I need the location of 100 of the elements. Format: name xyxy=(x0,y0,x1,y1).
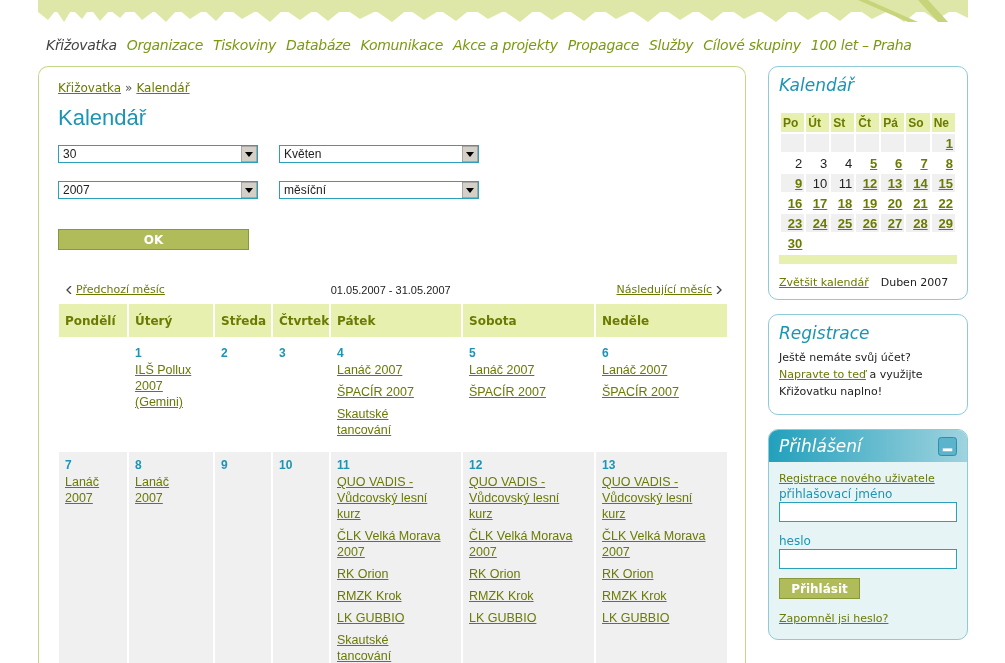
login-title: Přihlášení xyxy=(779,436,862,456)
dropdown-field[interactable]: 30 xyxy=(58,145,258,163)
day-number: 10 xyxy=(279,458,294,472)
day-number: 5 xyxy=(469,346,477,360)
day-link[interactable]: 30 xyxy=(787,235,803,251)
breadcrumb-separator-icon: » xyxy=(125,81,133,95)
day-number: 4 xyxy=(845,155,853,171)
event-link[interactable]: Lanáč 2007 xyxy=(135,474,208,506)
nav-link[interactable]: Tiskoviny xyxy=(213,37,277,53)
weekday-header: Út xyxy=(806,113,830,132)
weekday-header: Ne xyxy=(931,113,955,132)
event-link[interactable]: LK GUBBIO xyxy=(337,610,456,626)
weekday-header: Pá xyxy=(881,113,905,132)
day-link[interactable]: 19 xyxy=(862,195,878,211)
day-number: 6 xyxy=(602,346,610,360)
event-link[interactable]: RMZK Krok xyxy=(337,588,456,604)
day-link[interactable]: 16 xyxy=(787,195,803,211)
day-number: 13 xyxy=(602,458,617,472)
event-link[interactable]: Skautské tancování xyxy=(337,406,456,438)
day-number: 12 xyxy=(469,458,484,472)
dropdown-field[interactable]: 2007 xyxy=(58,181,258,199)
date-range: 01.05.2007 - 31.05.2007 xyxy=(330,283,451,296)
day-number: 2 xyxy=(221,346,229,360)
event-link[interactable]: QUO VADIS - Vůdcovský lesní kurz xyxy=(469,474,589,522)
register-now-link[interactable]: Napravte to teď xyxy=(779,368,866,381)
event-link[interactable]: LK GUBBIO xyxy=(602,610,722,626)
column-header: Čtvrtek xyxy=(273,304,329,340)
event-link[interactable]: RMZK Krok xyxy=(469,588,589,604)
nav-link[interactable]: Křižovatka xyxy=(46,37,117,53)
event-link[interactable]: QUO VADIS - Vůdcovský lesní kurz xyxy=(337,474,456,522)
minimize-icon[interactable] xyxy=(938,436,957,456)
column-header: Úterý xyxy=(129,304,213,340)
event-link[interactable]: Lanáč 2007 xyxy=(469,362,589,378)
day-link[interactable]: 6 xyxy=(895,155,903,171)
day-link[interactable]: 20 xyxy=(887,195,903,211)
day-number: 11 xyxy=(337,458,351,472)
nav-link[interactable]: Propagace xyxy=(567,37,639,53)
username-label: přihlašovací jméno xyxy=(779,487,893,501)
event-link[interactable]: Lanáč 2007 xyxy=(602,362,722,378)
dropdown-field[interactable]: měsíční xyxy=(279,181,479,199)
event-link[interactable]: RK Orion xyxy=(469,566,589,582)
dropdown-arrow-icon xyxy=(241,182,257,198)
day-link[interactable]: 21 xyxy=(913,195,928,211)
nav-link[interactable]: Komunikace xyxy=(360,37,444,53)
registration-text: Ještě nemáte svůj účet? Napravte to teď a využijte Křižovatku naplno! xyxy=(779,350,924,400)
day-link[interactable]: 5 xyxy=(870,155,878,171)
chevron-left-icon xyxy=(66,285,72,294)
day-number: 9 xyxy=(221,458,229,472)
day-number: 11 xyxy=(838,175,853,191)
username-field[interactable] xyxy=(779,502,957,522)
column-header: Pátek xyxy=(331,304,461,340)
event-link[interactable]: LK GUBBIO xyxy=(469,610,589,626)
event-link[interactable]: ČLK Velká Morava 2007 xyxy=(337,528,456,560)
nav-link[interactable]: Organizace xyxy=(126,37,204,53)
weekday-header: Čt xyxy=(856,113,880,132)
nav-link[interactable]: Akce a projekty xyxy=(453,37,558,53)
next-month-link[interactable]: Následující měsíc xyxy=(616,283,712,296)
calendar-widget-title: Kalendář xyxy=(779,75,856,95)
password-field[interactable] xyxy=(779,549,957,569)
day-link[interactable]: 22 xyxy=(938,195,953,211)
nav-link[interactable]: Cílové skupiny xyxy=(703,37,801,53)
forgot-password-link[interactable]: Zapomněl jsi heslo? xyxy=(779,612,889,625)
day-number: 8 xyxy=(135,458,143,472)
day-link[interactable]: 18 xyxy=(837,195,853,211)
event-link[interactable]: RMZK Krok xyxy=(602,588,722,604)
day-link[interactable]: 8 xyxy=(945,155,953,171)
weekday-header: Po xyxy=(781,113,805,132)
dropdown-arrow-icon xyxy=(241,146,257,162)
day-number: 1 xyxy=(135,346,143,360)
day-link[interactable]: 7 xyxy=(920,155,928,171)
breadcrumb-link[interactable]: Kalendář xyxy=(136,81,190,95)
page-title: Kalendář xyxy=(58,105,148,131)
event-link[interactable]: ČLK Velká Morava 2007 xyxy=(469,528,589,560)
event-link[interactable]: ILŠ Pollux 2007 (Gemini) xyxy=(135,362,208,410)
event-link[interactable]: ŠPACÍR 2007 xyxy=(337,384,456,400)
day-number: 4 xyxy=(337,346,345,360)
event-link[interactable]: Lanáč 2007 xyxy=(337,362,456,378)
nav-link[interactable]: Databáze xyxy=(286,37,351,53)
weekday-header: St xyxy=(831,113,855,132)
event-link[interactable]: ŠPACÍR 2007 xyxy=(469,384,589,400)
day-link[interactable]: 17 xyxy=(812,195,828,211)
registration-title: Registrace xyxy=(779,323,871,343)
nav-link[interactable]: Služby xyxy=(648,37,694,53)
dropdown-arrow-icon xyxy=(462,182,478,198)
event-link[interactable]: Lanáč 2007 xyxy=(65,474,122,506)
password-label: heslo xyxy=(779,534,811,548)
register-new-user-link[interactable]: Registrace nového uživatele xyxy=(779,472,935,485)
dropdown-field[interactable]: Květen xyxy=(279,145,479,163)
enlarge-calendar-link[interactable]: Zvětšit kalendář xyxy=(779,276,869,289)
event-link[interactable]: ČLK Velká Morava 2007 xyxy=(602,528,722,560)
event-link[interactable]: RK Orion xyxy=(337,566,456,582)
previous-month-link[interactable]: Předchozí měsíc xyxy=(76,283,165,296)
event-link[interactable]: RK Orion xyxy=(602,566,722,582)
nav-link[interactable]: 100 let – Praha xyxy=(810,37,912,53)
dropdown-arrow-icon xyxy=(462,146,478,162)
column-header: Pondělí xyxy=(59,304,127,340)
event-link[interactable]: Skautské tancování xyxy=(337,632,456,663)
event-link[interactable]: QUO VADIS - Vůdcovský lesní kurz xyxy=(602,474,722,522)
event-link[interactable]: ŠPACÍR 2007 xyxy=(602,384,722,400)
breadcrumb-link[interactable]: Křižovatka xyxy=(58,81,122,95)
